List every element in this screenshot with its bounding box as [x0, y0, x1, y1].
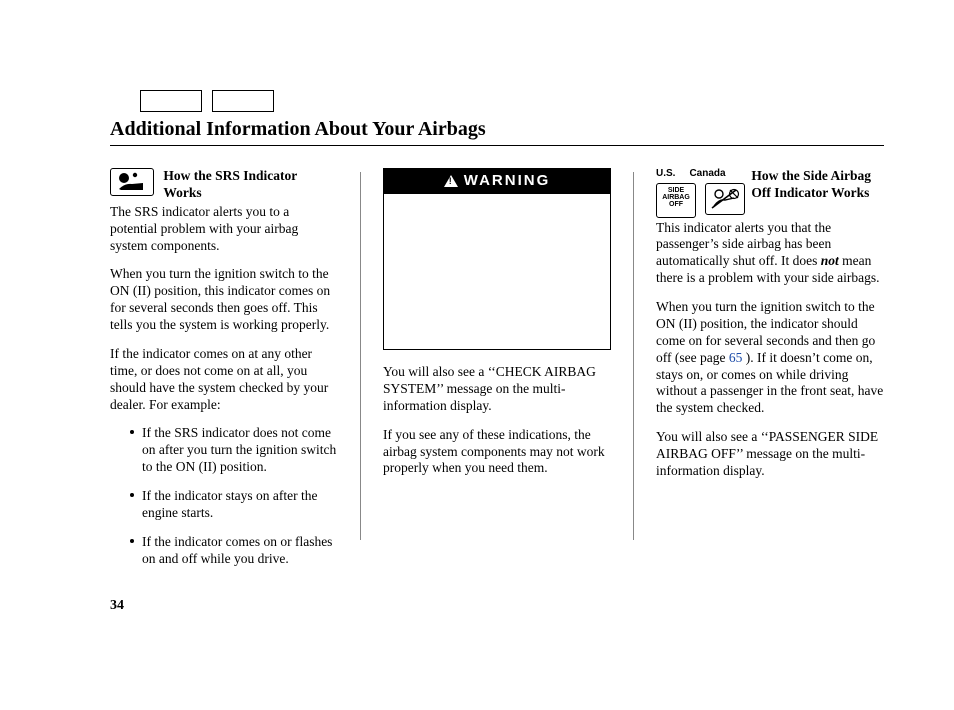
col1-p2: When you turn the ignition switch to the… — [110, 266, 338, 334]
col1-bullet-3: If the indicator comes on or flashes on … — [130, 534, 338, 568]
page-title: Additional Information About Your Airbag… — [110, 118, 884, 146]
canada-side-airbag-off-icon — [705, 183, 745, 215]
col1-bullets: If the SRS indicator does not come on af… — [110, 425, 338, 567]
column-3: U.S. Canada SIDEAIRBAGOFF — [656, 168, 884, 580]
column-divider-2 — [633, 172, 634, 540]
srs-heading: How the SRS Indicator Works — [163, 168, 337, 202]
header-box-1 — [140, 90, 202, 112]
srs-heading-row: How the SRS Indicator Works — [110, 168, 338, 202]
column-1: How the SRS Indicator Works The SRS indi… — [110, 168, 338, 580]
srs-indicator-icon — [110, 168, 154, 196]
warning-bar: WARNING — [384, 169, 610, 194]
region-canada-label: Canada — [689, 168, 725, 181]
col2-p2: If you see any of these indications, the… — [383, 427, 611, 478]
content-columns: How the SRS Indicator Works The SRS indi… — [110, 168, 884, 580]
warning-triangle-icon — [444, 175, 458, 187]
column-2: WARNING You will also see a ‘‘CHECK AIRB… — [383, 168, 611, 580]
col3-p3: You will also see a ‘‘PASSENGER SIDE AIR… — [656, 429, 884, 480]
side-airbag-heading: How the Side Airbag Off Indicator Works — [751, 168, 871, 202]
not-emphasis: not — [821, 253, 839, 268]
region-icons: U.S. Canada SIDEAIRBAGOFF — [656, 168, 745, 218]
page-reference-link[interactable]: 65 — [729, 350, 743, 365]
header-box-2 — [212, 90, 274, 112]
col3-heading-row: U.S. Canada SIDEAIRBAGOFF — [656, 168, 884, 218]
col1-p3: If the indicator comes on at any other t… — [110, 346, 338, 414]
page-number: 34 — [110, 598, 884, 614]
warning-box: WARNING — [383, 168, 611, 350]
col1-bullet-2: If the indicator stays on after the engi… — [130, 488, 338, 522]
us-side-airbag-off-icon: SIDEAIRBAGOFF — [656, 183, 696, 218]
region-us-label: U.S. — [656, 168, 675, 181]
manual-page: Additional Information About Your Airbag… — [0, 0, 954, 644]
col3-p2: When you turn the ignition switch to the… — [656, 299, 884, 417]
warning-label: WARNING — [464, 172, 551, 191]
col2-p1: You will also see a ‘‘CHECK AIRBAG SYSTE… — [383, 364, 611, 415]
column-divider-1 — [360, 172, 361, 540]
col1-p1: The SRS indicator alerts you to a potent… — [110, 204, 338, 255]
header-box-row — [140, 90, 884, 112]
col3-p1: This indicator alerts you that the passe… — [656, 220, 884, 288]
col1-bullet-1: If the SRS indicator does not come on af… — [130, 425, 338, 476]
